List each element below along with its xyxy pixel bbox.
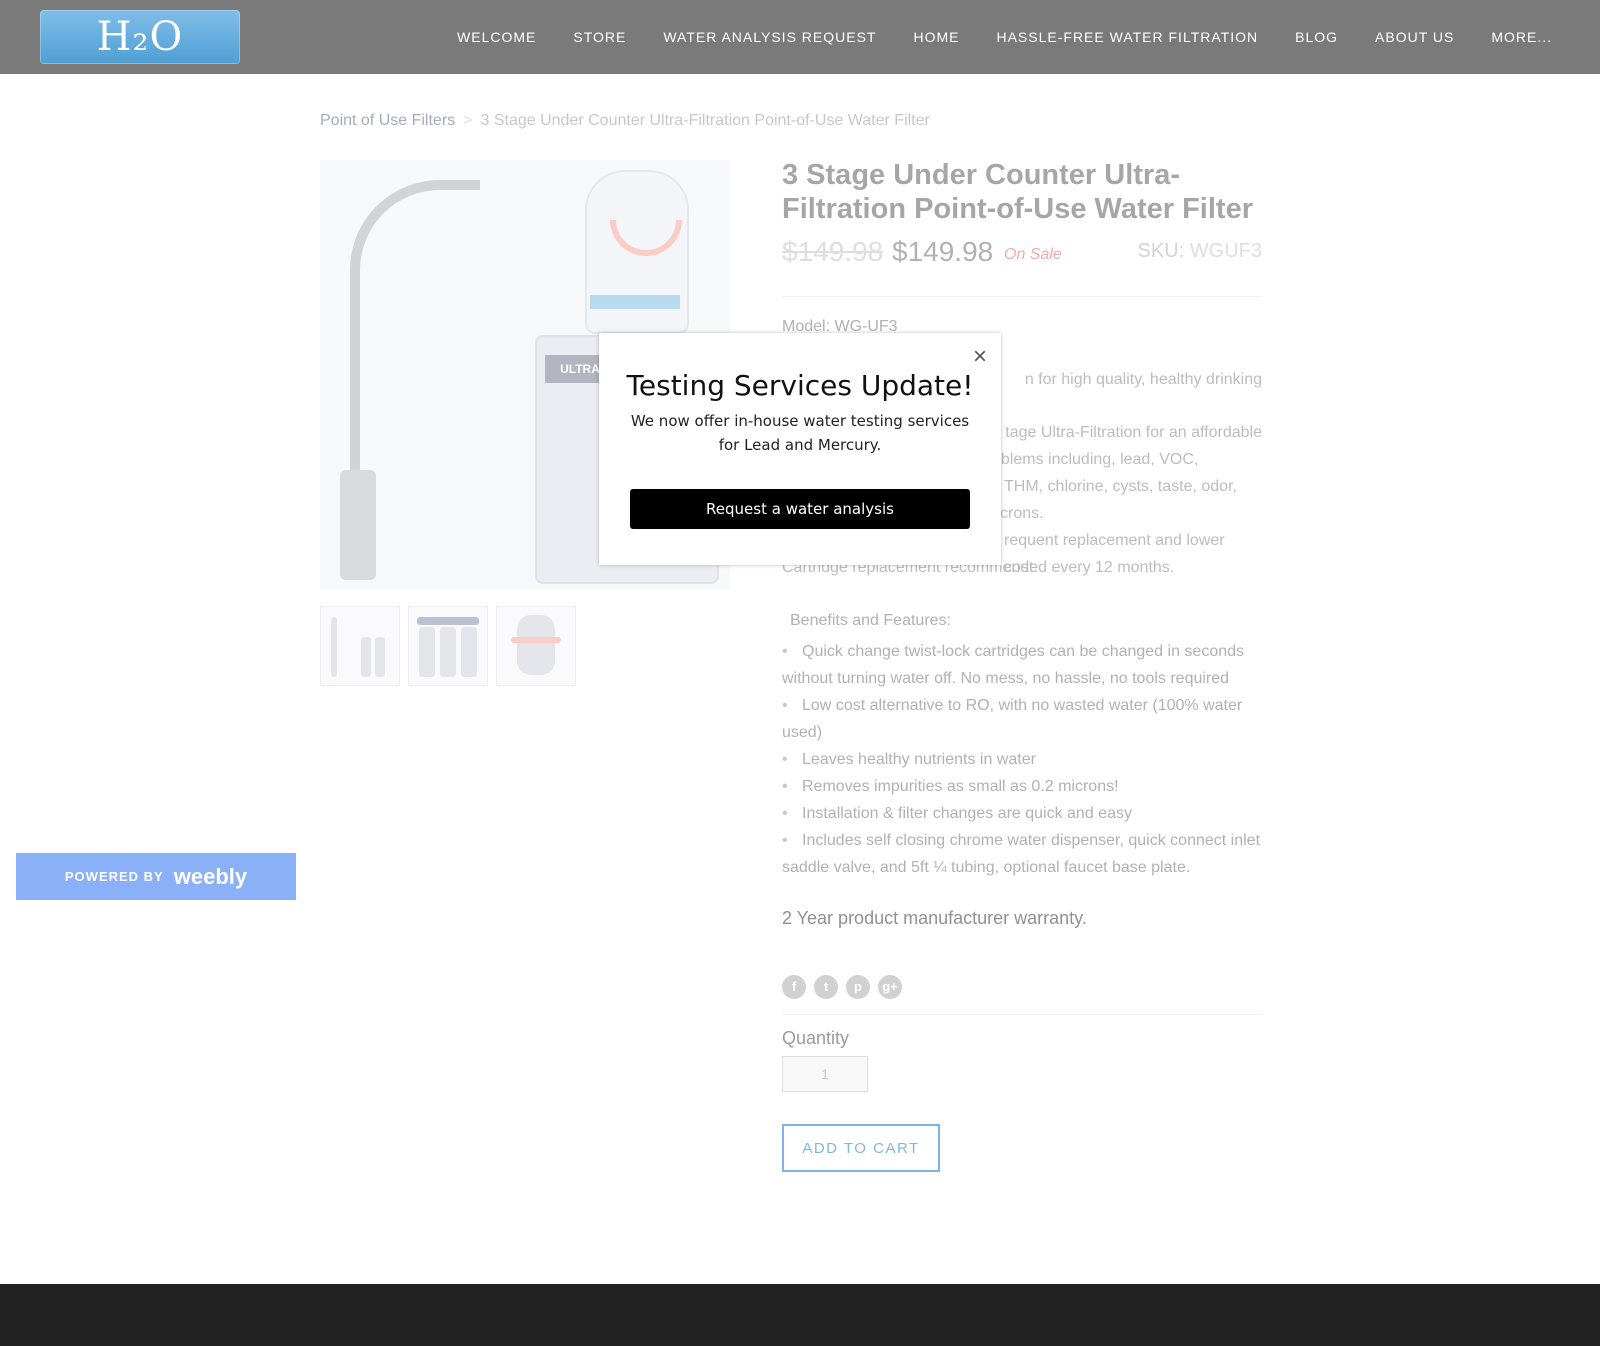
nav-hassle-free-filtration[interactable]: HASSLE-FREE WATER FILTRATION <box>996 29 1258 45</box>
nav-more[interactable]: MORE... <box>1491 29 1552 45</box>
weebly-powered-by: POWERED BY <box>64 869 164 884</box>
request-analysis-button[interactable]: Request a water analysis <box>630 489 970 529</box>
site-footer <box>0 1284 1600 1346</box>
nav-water-analysis-request[interactable]: WATER ANALYSIS REQUEST <box>663 29 876 45</box>
site-header: H₂O Easy WELCOME STORE WATER ANALYSIS RE… <box>0 0 1600 114</box>
nav-blog[interactable]: BLOG <box>1295 29 1338 45</box>
nav-store[interactable]: STORE <box>573 29 626 45</box>
close-icon[interactable]: × <box>973 343 987 371</box>
testing-services-modal: × Testing Services Update! We now offer … <box>599 333 1001 565</box>
modal-backdrop[interactable] <box>0 74 1600 1284</box>
site-logo[interactable]: H₂O Easy <box>40 10 240 114</box>
main-nav: WELCOME STORE WATER ANALYSIS REQUEST HOM… <box>457 0 1552 74</box>
weebly-badge[interactable]: POWERED BY weebly <box>16 853 296 900</box>
nav-welcome[interactable]: WELCOME <box>457 29 536 45</box>
weebly-logo: weebly <box>173 863 248 889</box>
modal-body: We now offer in-house water testing serv… <box>630 412 970 454</box>
nav-about-us[interactable]: ABOUT US <box>1375 29 1454 45</box>
nav-home[interactable]: HOME <box>913 29 959 45</box>
modal-title: Testing Services Update! <box>626 369 974 402</box>
